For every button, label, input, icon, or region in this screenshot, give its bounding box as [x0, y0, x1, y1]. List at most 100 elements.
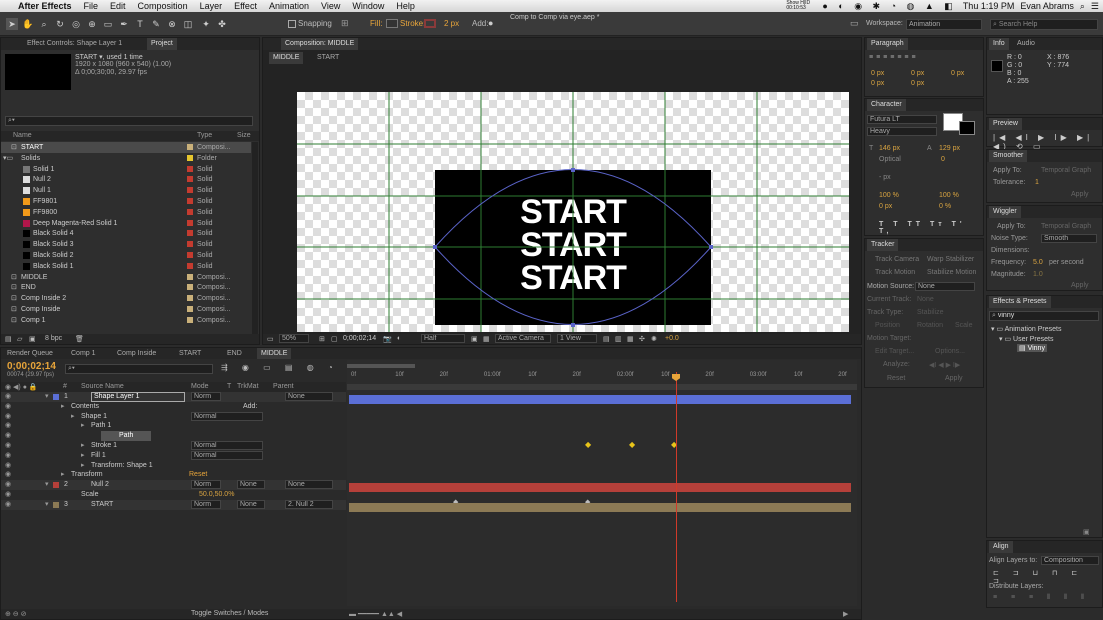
leading[interactable]: 129 px — [939, 145, 960, 152]
paragraph-align-buttons[interactable]: ≡≡≡≡≡≡≡ — [869, 54, 919, 61]
track-motion-button[interactable]: Track Motion — [875, 269, 915, 276]
warp-stabilizer-button[interactable]: Warp Stabilizer — [927, 256, 974, 263]
expand-triangle-icon[interactable]: ▸ — [71, 412, 75, 422]
pen-tool-icon[interactable]: ✒ — [118, 18, 130, 30]
menu-file[interactable]: File — [78, 1, 105, 11]
menu-edit[interactable]: Edit — [104, 1, 132, 11]
layer-row[interactable]: ◉ ▸ Fill 1 Normal — [1, 450, 346, 461]
project-item[interactable]: Null 2 Solid — [1, 174, 251, 185]
menu-animation[interactable]: Animation — [263, 1, 315, 11]
tab-comp-inside[interactable]: Comp Inside — [113, 348, 160, 359]
parent-select[interactable]: None — [285, 480, 333, 490]
expand-triangle-icon[interactable]: ▾ — [45, 480, 49, 490]
new-folder-icon[interactable]: ▱ — [17, 335, 22, 343]
zoom-slider[interactable]: ▬ ━━━━━ ▲▲ ◀ — [349, 610, 402, 618]
layer-row[interactable]: ◉ ▸ Shape 1 Normal — [1, 411, 346, 422]
layer-row[interactable]: ◉ ▾ 1 Shape Layer 1 Norm None — [1, 392, 346, 402]
menu-view[interactable]: View — [315, 1, 346, 11]
menu-effect[interactable]: Effect — [228, 1, 263, 11]
project-item[interactable]: ⊡ MIDDLE Composi... — [1, 272, 251, 283]
expand-triangle-icon[interactable]: ▸ — [81, 421, 85, 431]
layer-name[interactable]: Transform: Shape 1 — [91, 461, 153, 471]
label-color[interactable] — [187, 252, 193, 258]
kerning[interactable]: Optical — [879, 156, 901, 163]
analyze-buttons[interactable]: ◀I ◀ ▶ I▶ — [929, 361, 960, 369]
col-trkmat[interactable]: TrkMat — [237, 383, 259, 390]
rectangle-tool-icon[interactable]: ▭ — [102, 18, 114, 30]
space-after[interactable]: 0 px — [911, 80, 924, 87]
track-camera-button[interactable]: Track Camera — [875, 256, 919, 263]
wiggler-apply-button[interactable]: Apply — [1071, 282, 1089, 289]
tsume[interactable]: 0 % — [939, 203, 951, 210]
expand-triangle-icon[interactable]: ▸ — [81, 441, 85, 451]
label-color[interactable] — [187, 273, 193, 280]
tab-effects-presets[interactable]: Effects & Presets — [989, 296, 1051, 308]
resolution-select[interactable]: Half — [421, 334, 465, 343]
visibility-eye-icon[interactable]: ◉ — [5, 470, 11, 480]
visibility-eye-icon[interactable]: ◉ — [5, 441, 11, 451]
notifications-icon[interactable]: ☰ — [1091, 1, 1099, 12]
expand-triangle-icon[interactable]: ▸ — [61, 402, 65, 412]
align-to-select[interactable]: Composition — [1041, 556, 1099, 565]
scale-checkbox[interactable]: Scale — [955, 322, 973, 329]
mask-visibility-icon[interactable]: ▢ — [331, 335, 338, 343]
tab-render-queue[interactable]: Render Queue — [3, 348, 57, 359]
view-layout-select[interactable]: 1 View — [557, 334, 597, 343]
stroke-color-swatch[interactable] — [959, 121, 975, 135]
layer-label-color[interactable] — [53, 394, 59, 400]
layer-name[interactable]: Transform — [71, 470, 103, 480]
smoother-apply-button[interactable]: Apply — [1071, 191, 1089, 198]
vertical-scale[interactable]: 100 % — [879, 192, 899, 199]
indent-left[interactable]: 0 px — [871, 70, 884, 77]
add-button[interactable]: ● — [488, 18, 493, 28]
layer-name[interactable]: Scale — [81, 490, 99, 500]
layer-name[interactable]: Null 2 — [91, 480, 109, 490]
scale-value[interactable]: 50.0,50.0% — [199, 490, 234, 500]
col-t[interactable]: T — [227, 383, 231, 390]
visibility-eye-icon[interactable]: ◉ — [5, 421, 11, 431]
project-item[interactable]: Solid 1 Solid — [1, 164, 251, 175]
tab-middle[interactable]: MIDDLE — [257, 348, 292, 359]
breadcrumb-middle[interactable]: MIDDLE — [269, 52, 304, 64]
label-color[interactable] — [187, 187, 193, 194]
tree-animation-presets[interactable]: ▾ ▭ Animation Presets — [991, 325, 1061, 333]
tab-effect-controls[interactable]: Effect Controls: Shape Layer 1 — [23, 38, 126, 50]
label-color[interactable] — [187, 208, 193, 215]
project-item[interactable]: ▾▭ Solids Folder — [1, 153, 251, 164]
selection-tool-icon[interactable]: ➤ — [6, 18, 18, 30]
label-color[interactable] — [187, 295, 193, 302]
new-preset-icon[interactable]: ▣ — [1083, 528, 1090, 536]
tree-user-presets[interactable]: ▾ ▭ User Presets — [999, 335, 1054, 343]
label-color[interactable] — [187, 241, 193, 248]
fast-preview-icon[interactable]: ▥ — [615, 335, 622, 343]
layer-row[interactable]: ◉ Path — [1, 431, 346, 442]
project-item[interactable]: FF9800 Solid — [1, 207, 251, 218]
bpc-label[interactable]: 8 bpc — [45, 335, 62, 342]
fill-swatch[interactable] — [386, 19, 398, 28]
transparency-grid-icon[interactable]: ▦ — [483, 335, 490, 343]
layer-name[interactable]: Shape Layer 1 — [91, 392, 185, 402]
visibility-eye-icon[interactable]: ◉ — [5, 480, 11, 490]
smoother-apply-to-select[interactable]: Temporal Graph — [1041, 167, 1091, 174]
tree-vinny-preset[interactable]: ▤ Vinny — [1017, 344, 1047, 352]
zoom-tool-icon[interactable]: ⌕ — [38, 18, 50, 30]
clone-tool-icon[interactable]: ⊗ — [166, 18, 178, 30]
zoom-select[interactable]: 50% — [279, 334, 309, 343]
tab-project[interactable]: Project — [147, 38, 177, 50]
layer-row[interactable]: ◉ Scale 50.0,50.0% — [1, 490, 346, 500]
snapping-checkbox[interactable] — [288, 20, 296, 28]
indent-first[interactable]: 0 px — [951, 70, 964, 77]
new-comp-icon[interactable]: ▣ — [29, 335, 36, 343]
layer-row[interactable]: ◉ ▸ Contents Add: — [1, 402, 346, 412]
motion-source-select[interactable]: None — [915, 282, 975, 291]
puppet-tool-icon[interactable]: ✤ — [216, 18, 228, 30]
visibility-eye-icon[interactable]: ◉ — [5, 490, 11, 500]
rotation-checkbox[interactable]: Rotation — [917, 322, 943, 329]
stroke-width[interactable]: 2 px — [444, 19, 459, 28]
label-color[interactable] — [187, 176, 193, 183]
delete-icon[interactable]: 🗑 — [75, 335, 84, 343]
parent-select[interactable]: 2. Null 2 — [285, 499, 333, 509]
col-type[interactable]: Type — [197, 132, 212, 139]
footer-icons[interactable]: ⊕ ⊖ ⊘ — [5, 610, 27, 618]
tracker-apply-button[interactable]: Apply — [945, 375, 963, 382]
